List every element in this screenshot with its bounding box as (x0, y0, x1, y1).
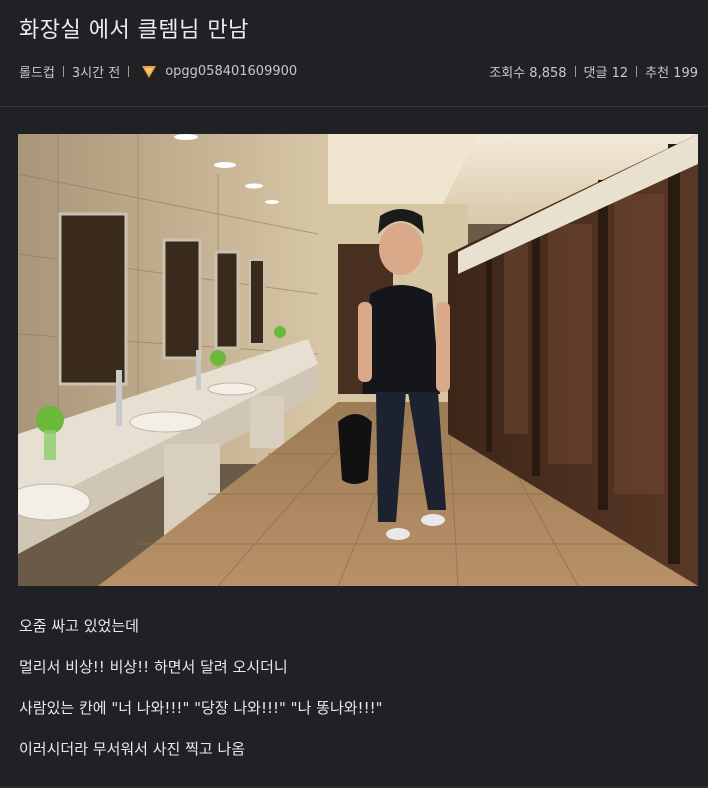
author-link[interactable]: opgg058401609900 (165, 64, 297, 79)
content-line-4: 이러시더라 무서워서 사진 찍고 나옴 (19, 740, 246, 758)
content-line-3: 사람있는 칸에 "너 나와!!!" "당장 나와!!!" "나 똥나와!!!" (19, 699, 383, 717)
header-divider (0, 106, 708, 107)
post-meta-left: 롤드컵 3시간 전 opgg058401609900 (19, 62, 297, 81)
restroom-photo (18, 134, 698, 586)
tier-badge-icon (142, 65, 157, 78)
post-stats: 조회수 8,858 댓글 12 추천 199 (489, 62, 698, 81)
post-title: 화장실 에서 클템님 만남 (19, 18, 249, 43)
meta-separator (128, 66, 130, 77)
post-time: 3시간 전 (71, 66, 121, 81)
post-header: 화장실 에서 클템님 만남 롤드컵 3시간 전 opgg058401609900… (0, 0, 708, 106)
view-count: 조회수 8,858 (489, 66, 567, 81)
meta-separator (574, 66, 576, 77)
post-image[interactable] (18, 134, 698, 586)
content-line-2: 멀리서 비상!! 비상!! 하면서 달려 오시더니 (19, 658, 288, 676)
content-line-1: 오줌 싸고 있었는데 (19, 617, 139, 635)
comment-count[interactable]: 댓글 12 (584, 62, 629, 81)
meta-separator (636, 66, 638, 77)
recommend-count: 추천 199 (645, 66, 698, 81)
category-link[interactable]: 롤드컵 (19, 62, 55, 81)
meta-separator (62, 66, 64, 77)
